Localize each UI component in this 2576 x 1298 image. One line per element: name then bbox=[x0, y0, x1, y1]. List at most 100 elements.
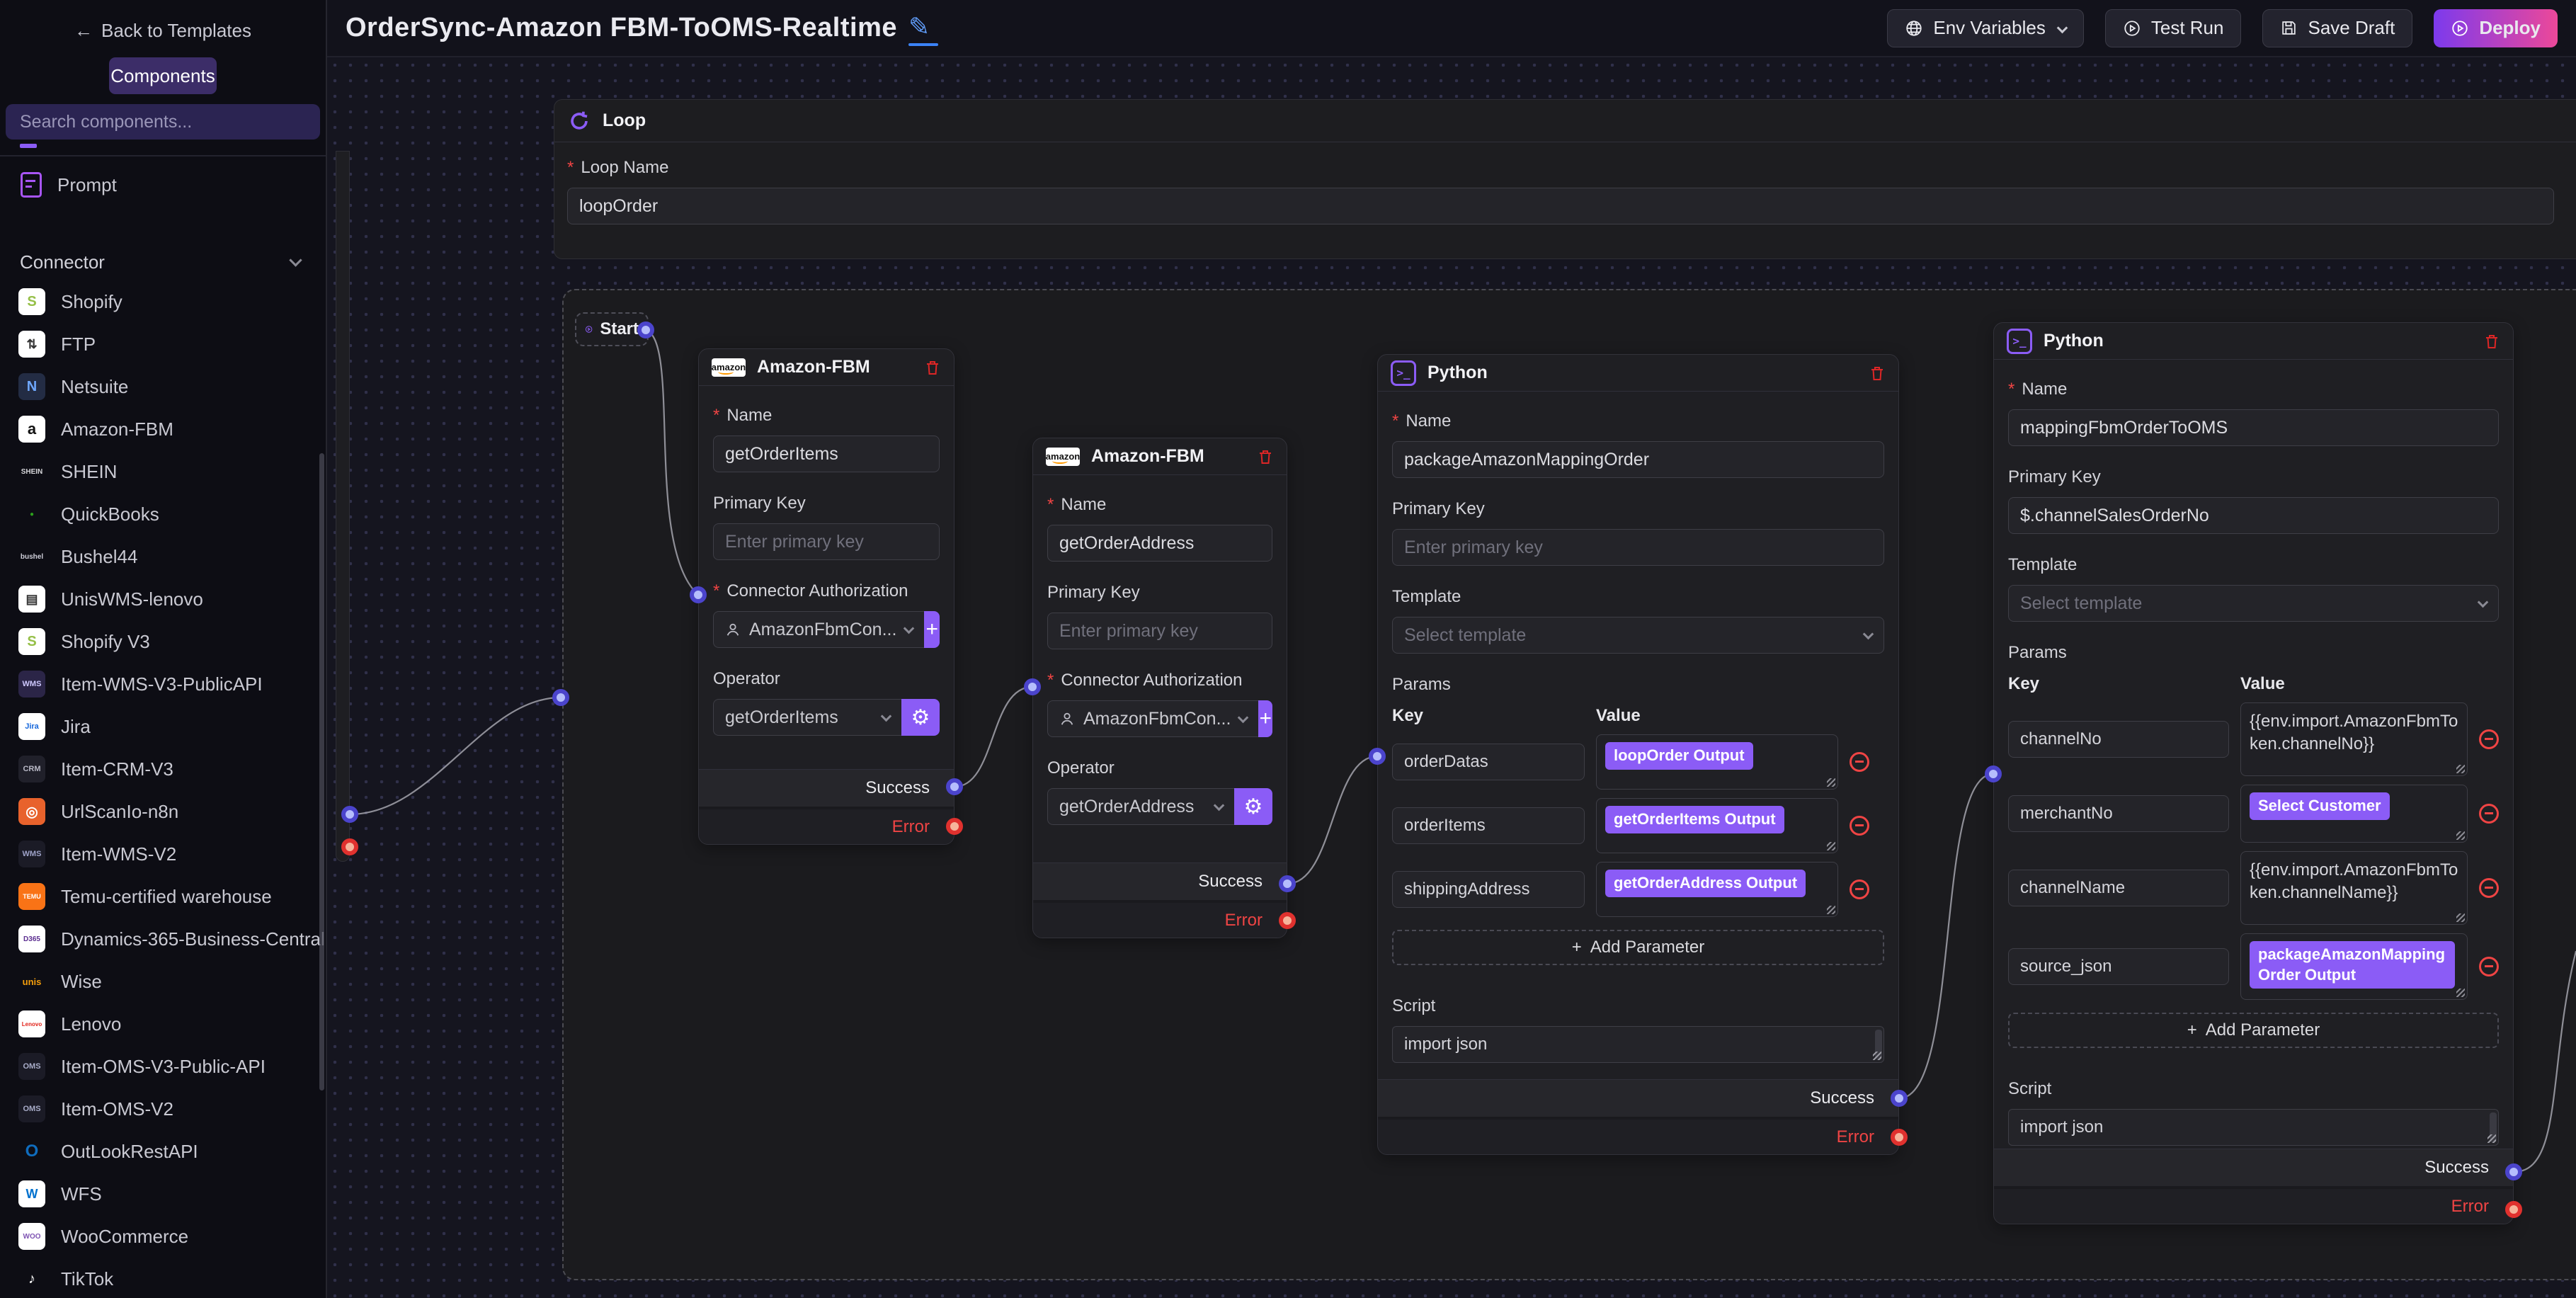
getorderitems-success-port[interactable] bbox=[946, 778, 963, 795]
loop-success-port[interactable] bbox=[341, 806, 358, 823]
sidebar-item[interactable]: a Amazon-FBM bbox=[0, 409, 320, 450]
template-select[interactable]: Select template bbox=[1392, 617, 1884, 654]
resize-handle[interactable] bbox=[2456, 765, 2465, 773]
param-value-input[interactable]: getOrderItems Output bbox=[1596, 798, 1838, 853]
operator-settings-button[interactable]: ⚙ bbox=[1234, 788, 1272, 825]
sidebar-item[interactable]: ◎ UrlScanIo-n8n bbox=[0, 791, 320, 832]
remove-parameter-button[interactable] bbox=[1850, 816, 1869, 836]
sidebar-item[interactable]: OMS Item-OMS-V2 bbox=[0, 1088, 320, 1129]
sidebar-item[interactable]: WMS Item-WMS-V3-PublicAPI bbox=[0, 664, 320, 705]
loop-node-rail[interactable] bbox=[336, 151, 350, 862]
primary-key-input[interactable]: Enter primary key bbox=[1392, 529, 1884, 566]
sidebar-item[interactable]: SHEIN SHEIN bbox=[0, 451, 320, 492]
primary-key-input[interactable]: Enter primary key bbox=[1047, 613, 1272, 649]
operator-select[interactable]: getOrderItems bbox=[713, 699, 901, 736]
param-key-input[interactable]: channelNo bbox=[2008, 721, 2229, 758]
add-parameter-button[interactable]: + Add Parameter bbox=[2008, 1013, 2499, 1048]
connector-auth-select[interactable]: AmazonFbmCon... bbox=[1047, 700, 1258, 737]
param-value-chip[interactable]: loopOrder Output bbox=[1605, 742, 1753, 770]
name-input[interactable]: getOrderAddress bbox=[1047, 525, 1272, 562]
param-key-input[interactable]: merchantNo bbox=[2008, 795, 2229, 832]
resize-handle[interactable] bbox=[1827, 842, 1835, 850]
delete-node-button[interactable] bbox=[924, 359, 941, 376]
add-parameter-button[interactable]: + Add Parameter bbox=[1392, 930, 1884, 965]
env-variables-button[interactable]: Env Variables bbox=[1887, 9, 2084, 47]
param-key-input[interactable]: channelName bbox=[2008, 870, 2229, 906]
components-tab[interactable]: Components bbox=[109, 57, 217, 94]
package-input-port[interactable] bbox=[1369, 748, 1386, 765]
node-getorderitems[interactable]: amazon Amazon-FBM Name getOrderItems Pri… bbox=[698, 348, 954, 845]
loop-body-input-port[interactable] bbox=[552, 689, 569, 706]
param-value-input[interactable]: Select Customer bbox=[2240, 785, 2468, 843]
deploy-button[interactable]: Deploy bbox=[2434, 9, 2558, 47]
sidebar-item[interactable]: Jira Jira bbox=[0, 706, 320, 747]
param-value-chip[interactable]: Select Customer bbox=[2250, 792, 2390, 820]
workflow-canvas[interactable]: Loop Loop Name loopOrder Start ama bbox=[327, 57, 2576, 1298]
mapping-error-port[interactable] bbox=[2505, 1201, 2522, 1218]
script-input[interactable]: import json bbox=[2008, 1109, 2499, 1146]
delete-node-button[interactable] bbox=[1257, 448, 1274, 465]
param-value-chip[interactable]: getOrderItems Output bbox=[1605, 806, 1784, 833]
package-error-port[interactable] bbox=[1891, 1129, 1908, 1146]
resize-handle[interactable] bbox=[2456, 831, 2465, 840]
resize-handle[interactable] bbox=[2456, 913, 2465, 922]
remove-parameter-button[interactable] bbox=[2479, 729, 2499, 749]
sidebar-scrollbar[interactable] bbox=[319, 453, 324, 1091]
param-key-input[interactable]: source_json bbox=[2008, 948, 2229, 985]
edit-title-button[interactable]: ✎ bbox=[908, 12, 930, 42]
loop-name-input[interactable]: loopOrder bbox=[567, 188, 2554, 224]
node-packageamazonmappingorder[interactable]: >_ Python Name packageAmazonMappingOrder… bbox=[1377, 354, 1899, 1155]
resize-handle[interactable] bbox=[1873, 1052, 1881, 1060]
add-authorization-button[interactable]: + bbox=[924, 611, 940, 648]
sidebar-item[interactable]: W WFS bbox=[0, 1173, 320, 1214]
script-input[interactable]: import json bbox=[1392, 1026, 1884, 1063]
node-mappingfbmordertooms[interactable]: >_ Python Name mappingFbmOrderToOMS Prim… bbox=[1993, 322, 2514, 1224]
sidebar-item[interactable]: OMS Item-OMS-V3-Public-API bbox=[0, 1046, 320, 1087]
mapping-success-port[interactable] bbox=[2505, 1163, 2522, 1180]
sidebar-item[interactable]: WOO WooCommerce bbox=[0, 1216, 320, 1257]
sidebar-item[interactable]: O OutLookRestAPI bbox=[0, 1131, 320, 1172]
sidebar-item[interactable]: unis Wise bbox=[0, 961, 320, 1002]
resize-handle[interactable] bbox=[2487, 1134, 2496, 1143]
sidebar-item[interactable]: WMS Item-WMS-V2 bbox=[0, 833, 320, 875]
connector-section-header[interactable]: Connector bbox=[0, 251, 320, 273]
operator-select[interactable]: getOrderAddress bbox=[1047, 788, 1234, 825]
remove-parameter-button[interactable] bbox=[1850, 752, 1869, 772]
param-value-chip[interactable]: getOrderAddress Output bbox=[1605, 870, 1806, 897]
sidebar-item-prompt[interactable]: Prompt bbox=[0, 164, 320, 205]
connector-auth-select[interactable]: AmazonFbmCon... bbox=[713, 611, 924, 648]
sidebar-item[interactable]: D365 Dynamics-365-Business-Central bbox=[0, 918, 320, 960]
primary-key-input[interactable]: $.channelSalesOrderNo bbox=[2008, 497, 2499, 534]
param-key-input[interactable]: orderDatas bbox=[1392, 744, 1585, 780]
sidebar-item[interactable]: ● QuickBooks bbox=[0, 494, 320, 535]
sidebar-item[interactable]: ♪ TikTok bbox=[0, 1258, 320, 1298]
sidebar-item[interactable]: bushel Bushel44 bbox=[0, 536, 320, 577]
delete-node-button[interactable] bbox=[2483, 333, 2500, 350]
sidebar-item[interactable]: ⇅ FTP bbox=[0, 324, 320, 365]
getorderaddress-error-port[interactable] bbox=[1279, 912, 1296, 929]
param-value-input[interactable]: loopOrder Output bbox=[1596, 734, 1838, 790]
param-value-input[interactable]: getOrderAddress Output bbox=[1596, 862, 1838, 917]
remove-parameter-button[interactable] bbox=[1850, 879, 1869, 899]
template-select[interactable]: Select template bbox=[2008, 585, 2499, 622]
getorderaddress-input-port[interactable] bbox=[1024, 678, 1041, 695]
sidebar-item[interactable]: ▤ UnisWMS-lenovo bbox=[0, 579, 320, 620]
param-value-input[interactable]: {{env.import.AmazonFbmToken.channelNo}} bbox=[2240, 702, 2468, 776]
primary-key-input[interactable]: Enter primary key bbox=[713, 523, 940, 560]
sidebar-item[interactable]: TEMU Temu-certified warehouse bbox=[0, 876, 320, 917]
sidebar-item[interactable]: Lenovo Lenovo bbox=[0, 1003, 320, 1044]
package-success-port[interactable] bbox=[1891, 1090, 1908, 1107]
save-draft-button[interactable]: Save Draft bbox=[2262, 9, 2412, 47]
resize-handle[interactable] bbox=[1827, 778, 1835, 787]
name-input[interactable]: getOrderItems bbox=[713, 435, 940, 472]
loop-node-panel[interactable]: Loop Loop Name loopOrder bbox=[554, 99, 2576, 259]
param-value-input[interactable]: packageAmazonMappingOrder Output bbox=[2240, 933, 2468, 1000]
back-to-templates-link[interactable]: ← Back to Templates bbox=[0, 0, 326, 42]
sidebar-item[interactable]: N Netsuite bbox=[0, 366, 320, 407]
sidebar-item[interactable]: S Shopify V3 bbox=[0, 621, 320, 662]
param-value-input[interactable]: {{env.import.AmazonFbmToken.channelName}… bbox=[2240, 851, 2468, 925]
add-authorization-button[interactable]: + bbox=[1258, 700, 1272, 737]
getorderitems-error-port[interactable] bbox=[946, 818, 963, 835]
delete-node-button[interactable] bbox=[1869, 365, 1886, 382]
operator-settings-button[interactable]: ⚙ bbox=[901, 699, 940, 736]
